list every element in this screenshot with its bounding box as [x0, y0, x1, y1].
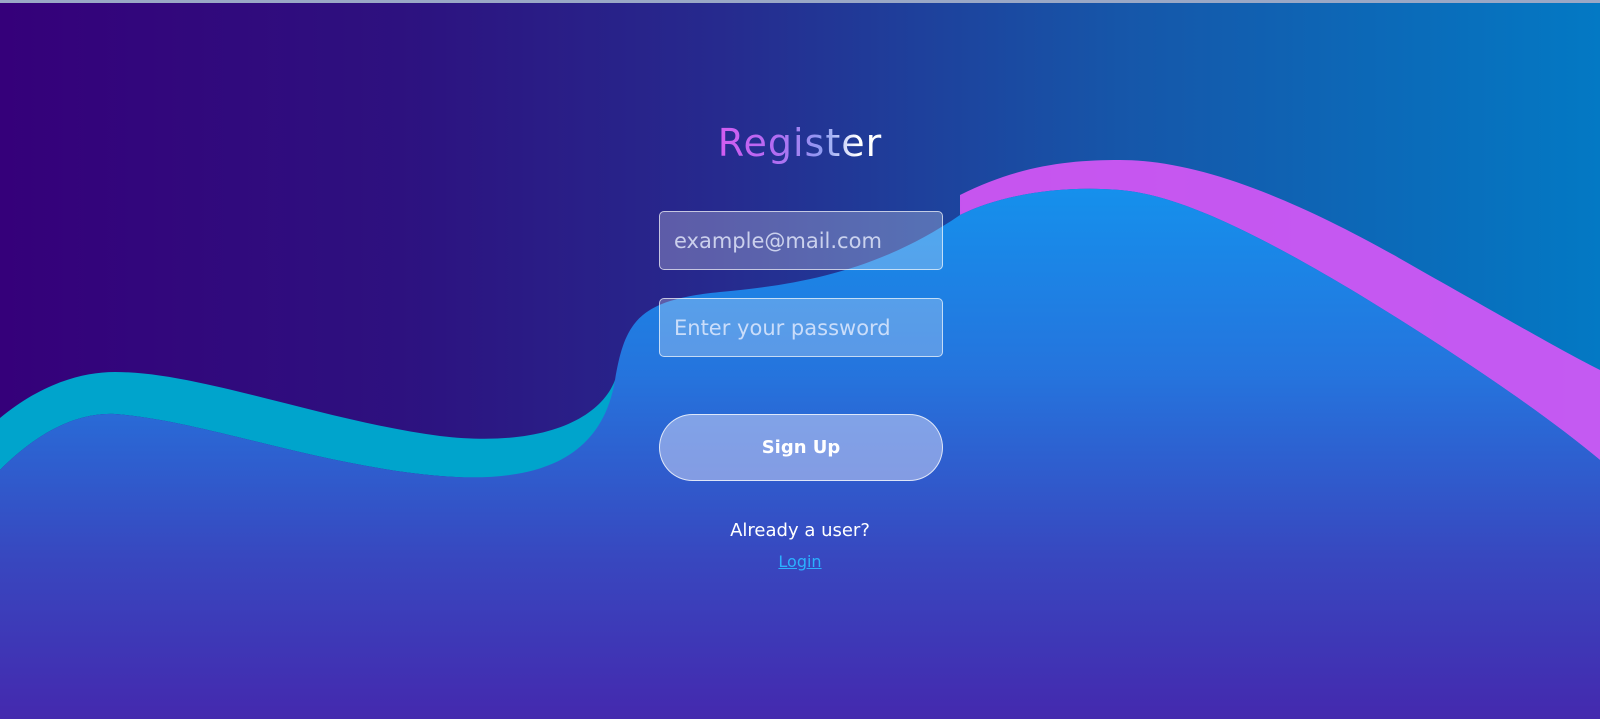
password-input[interactable]: [659, 298, 943, 357]
page-title: Register: [0, 120, 1600, 166]
signup-button[interactable]: Sign Up: [659, 414, 943, 481]
register-page: Register Sign Up Already a user? Login: [0, 0, 1600, 719]
login-link[interactable]: Login: [740, 552, 860, 571]
register-form: Register Sign Up Already a user? Login: [0, 0, 1600, 719]
already-user-text: Already a user?: [730, 520, 870, 541]
email-input[interactable]: [659, 211, 943, 270]
page-title-text: Register: [717, 121, 883, 165]
